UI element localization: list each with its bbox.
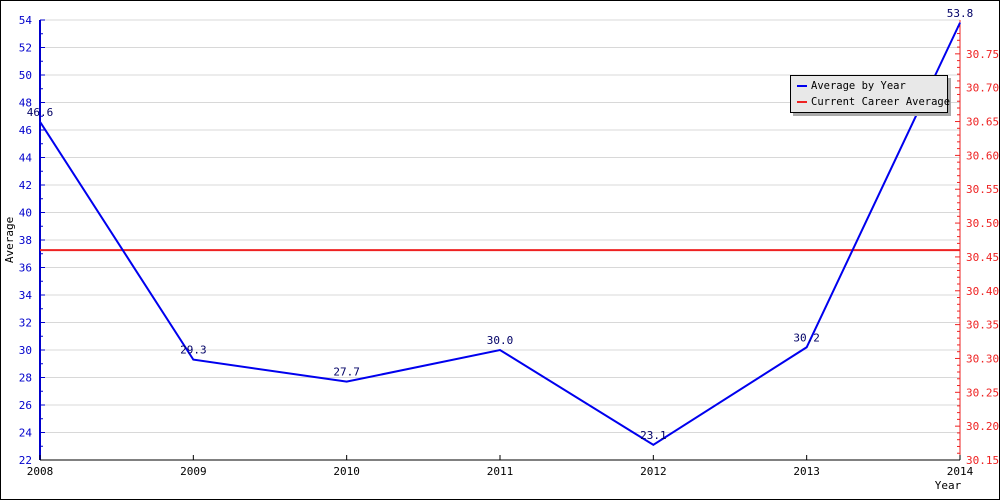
- data-point: [39, 121, 41, 123]
- data-label: 27.7: [333, 366, 360, 379]
- data-label: 29.3: [180, 344, 207, 357]
- data-point: [806, 346, 808, 348]
- y-tick-label: 46: [19, 124, 32, 137]
- y-axis-title: Average: [3, 217, 16, 263]
- y-tick-label: 34: [19, 289, 33, 302]
- y-tick-label: 32: [19, 317, 32, 330]
- data-label: 30.2: [793, 331, 820, 344]
- y2-tick-label: 30.65: [966, 116, 999, 129]
- legend-label: Current Career Average: [811, 96, 951, 108]
- legend-swatch-red: [797, 101, 807, 103]
- y2-tick-label: 30.30: [966, 352, 999, 365]
- data-point: [192, 359, 194, 361]
- y2-tick-label: 30.45: [966, 251, 999, 264]
- legend: Average by Year Current Career Average: [790, 75, 950, 113]
- y2-tick-label: 30.25: [966, 386, 999, 399]
- y2-tick-label: 30.55: [966, 183, 999, 196]
- data-label: 53.8: [947, 7, 974, 20]
- y2-tick-label: 30.40: [966, 285, 999, 298]
- y-tick-label: 26: [19, 399, 32, 412]
- legend-item-average-by-year: Average by Year: [797, 79, 906, 93]
- y-tick-label: 30: [19, 344, 32, 357]
- x-tick-label: 2009: [180, 465, 207, 478]
- y2-tick-label: 30.50: [966, 217, 999, 230]
- y2-tick-label: 30.75: [966, 48, 999, 61]
- y-tick-label: 40: [19, 207, 32, 220]
- x-tick-label: 2008: [27, 465, 54, 478]
- legend-item-career-average: Current Career Average: [797, 95, 950, 109]
- data-label: 30.0: [487, 334, 514, 347]
- y-tick-label: 50: [19, 69, 32, 82]
- data-label: 23.1: [640, 429, 667, 442]
- x-tick-label: 2010: [333, 465, 360, 478]
- y2-tick-label: 30.60: [966, 149, 999, 162]
- legend-label: Average by Year: [811, 80, 906, 92]
- y-tick-label: 28: [19, 372, 32, 385]
- x-axis-title: Year: [935, 479, 962, 492]
- data-point: [959, 22, 961, 24]
- y-tick-label: 38: [19, 234, 32, 247]
- x-tick-label: 2012: [640, 465, 667, 478]
- y-tick-label: 52: [19, 42, 32, 55]
- data-point: [346, 381, 348, 383]
- data-point: [499, 349, 501, 351]
- y-tick-label: 44: [19, 152, 33, 165]
- y-tick-label: 54: [19, 14, 33, 27]
- x-tick-label: 2014: [947, 465, 974, 478]
- data-point: [652, 444, 654, 446]
- data-label: 46.6: [27, 106, 54, 119]
- y2-tick-label: 30.20: [966, 420, 999, 433]
- x-tick-label: 2011: [487, 465, 514, 478]
- y2-tick-label: 30.70: [966, 82, 999, 95]
- y2-tick-label: 30.35: [966, 319, 999, 332]
- y-tick-label: 24: [19, 427, 33, 440]
- legend-swatch-blue: [797, 85, 807, 87]
- y-tick-label: 36: [19, 262, 32, 275]
- x-tick-label: 2013: [793, 465, 820, 478]
- y-tick-label: 42: [19, 179, 32, 192]
